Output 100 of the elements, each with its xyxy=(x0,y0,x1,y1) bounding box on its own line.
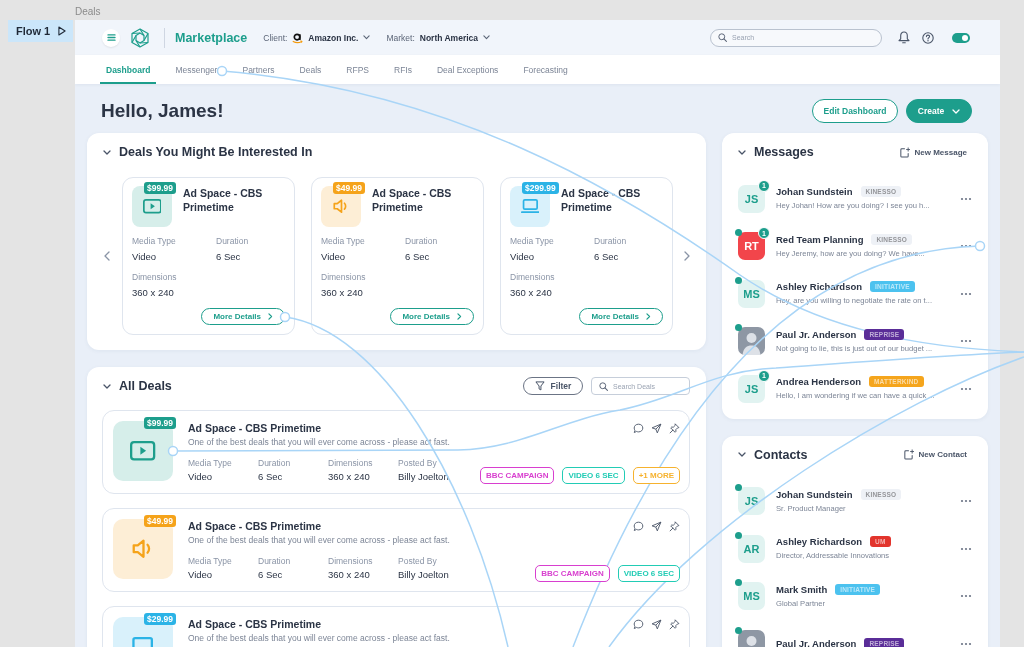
person-name: Paul Jr. Anderson xyxy=(776,328,857,340)
send-icon[interactable] xyxy=(651,422,662,434)
more-details-button[interactable]: More Details xyxy=(390,308,474,325)
nav-tab[interactable]: RFPS xyxy=(340,55,375,84)
more-options-icon[interactable] xyxy=(960,291,972,296)
field-value: 360 x 240 xyxy=(328,568,371,582)
field-label: Posted By xyxy=(398,457,438,469)
compose-icon xyxy=(898,146,910,158)
chevron-right-icon xyxy=(268,313,273,320)
frame-label: Deals xyxy=(75,6,101,17)
field-label: Duration xyxy=(258,457,292,469)
chevron-down-icon[interactable] xyxy=(103,149,111,155)
nav-tab[interactable]: Deal Exceptions xyxy=(430,55,505,84)
flow-start-button[interactable]: Flow 1 xyxy=(8,20,73,42)
deal-title: Ad Space - CBS Primetime xyxy=(188,421,322,435)
field-label: Posted By xyxy=(398,555,438,567)
market-dropdown[interactable]: North America xyxy=(419,32,491,43)
deal-description: One of the best deals that you will ever come across - please act fast. xyxy=(188,534,451,546)
person-name: Mark Smith xyxy=(776,583,828,595)
more-options-icon[interactable] xyxy=(960,386,972,391)
person-name: Paul Jr. Anderson xyxy=(776,638,857,647)
send-icon[interactable] xyxy=(651,520,662,532)
field-value: 6 Sec xyxy=(258,470,284,484)
menu-button[interactable] xyxy=(102,28,120,47)
field-value: Video xyxy=(188,568,214,582)
price-badge: $299.99 xyxy=(522,182,559,194)
person-name: Johan Sundstein xyxy=(776,186,853,198)
field-value: 6 Sec xyxy=(258,568,284,582)
field-label: Media Type xyxy=(188,457,233,469)
field-label: Dimensions xyxy=(321,271,367,283)
more-options-icon[interactable] xyxy=(960,196,972,201)
comment-icon[interactable] xyxy=(633,520,644,532)
chevron-down-icon[interactable] xyxy=(103,383,111,389)
field-label: Dimensions xyxy=(510,271,556,283)
avatar: AR xyxy=(738,534,765,563)
pin-icon[interactable] xyxy=(669,520,680,532)
chevron-down-icon[interactable] xyxy=(738,149,746,155)
person-name: Ashley Richardson xyxy=(776,281,863,293)
deal-tag: +1 MORE xyxy=(632,467,680,484)
field-value: Billy Joelton xyxy=(398,568,450,582)
deal-title: Ad Space - CBS Primetime xyxy=(183,186,264,215)
pin-icon[interactable] xyxy=(669,618,680,630)
nav-tab[interactable]: Dashboard xyxy=(100,55,157,84)
edit-dashboard-button[interactable]: Edit Dashboard xyxy=(812,99,898,123)
filter-button[interactable]: Filter xyxy=(523,377,583,395)
new-message-button[interactable]: New Message xyxy=(898,146,967,158)
nav-tab[interactable]: Partners xyxy=(236,55,281,84)
new-contact-button[interactable]: New Contact xyxy=(902,449,967,460)
more-options-icon[interactable] xyxy=(960,546,972,551)
nav-tab[interactable]: Deals xyxy=(293,55,328,84)
field-value: 6 Sec xyxy=(405,250,431,264)
field-value: 360 x 240 xyxy=(510,286,553,300)
field-label: Duration xyxy=(216,235,250,247)
deal-title: Ad Space - CBS Primetime xyxy=(372,186,453,215)
field-label: Media Type xyxy=(188,555,233,567)
nav-tab[interactable]: RFIs xyxy=(388,55,418,84)
video-icon xyxy=(132,186,172,227)
comment-icon[interactable] xyxy=(633,618,644,630)
deal-title: Ad Space - CBS Primetime xyxy=(561,186,642,215)
more-options-icon[interactable] xyxy=(960,244,972,249)
comment-icon[interactable] xyxy=(633,422,644,434)
more-options-icon[interactable] xyxy=(960,594,972,599)
field-label: Duration xyxy=(405,235,439,247)
send-icon[interactable] xyxy=(651,618,662,630)
greeting-heading: Hello, James! xyxy=(101,100,224,122)
field-value: Video xyxy=(321,250,347,264)
help-icon[interactable] xyxy=(922,31,934,44)
field-label: Dimensions xyxy=(328,457,374,469)
client-dropdown[interactable]: Amazon Inc. xyxy=(292,31,371,44)
more-options-icon[interactable] xyxy=(960,499,972,504)
chevron-down-icon xyxy=(952,108,961,114)
more-details-button[interactable]: More Details xyxy=(201,308,285,325)
field-label: Media Type xyxy=(510,235,555,247)
price-badge: $49.99 xyxy=(144,515,176,527)
more-options-icon[interactable] xyxy=(960,641,972,646)
section-title: Contacts xyxy=(754,447,808,462)
toggle-switch[interactable] xyxy=(952,32,970,43)
pin-icon[interactable] xyxy=(669,422,680,434)
bell-icon[interactable] xyxy=(898,31,910,44)
price-badge: $29.99 xyxy=(144,613,176,625)
chevron-down-icon[interactable] xyxy=(738,452,746,457)
section-title: All Deals xyxy=(119,379,172,393)
nav-tab[interactable]: Messenger xyxy=(169,55,224,84)
deal-description: One of the best deals that you will ever come across - please act fast. xyxy=(188,632,451,644)
section-title: Deals You Might Be Interested In xyxy=(119,145,313,159)
price-badge: $99.99 xyxy=(144,182,176,194)
chevron-right-icon[interactable] xyxy=(684,251,690,261)
create-button[interactable]: Create xyxy=(906,99,972,123)
field-label: Dimensions xyxy=(328,555,374,567)
client-label: Client: xyxy=(263,32,288,43)
app-title: Marketplace xyxy=(175,30,248,45)
person-name: Red Team Planning xyxy=(776,233,864,245)
chevron-right-icon xyxy=(457,313,462,320)
more-details-button[interactable]: More Details xyxy=(579,308,663,325)
nav-tab[interactable]: Forecasting xyxy=(517,55,574,84)
more-options-icon[interactable] xyxy=(960,339,972,344)
chevron-right-icon xyxy=(646,313,651,320)
field-label: Duration xyxy=(258,555,292,567)
field-value: 360 x 240 xyxy=(321,286,364,300)
chevron-left-icon[interactable] xyxy=(104,251,110,261)
